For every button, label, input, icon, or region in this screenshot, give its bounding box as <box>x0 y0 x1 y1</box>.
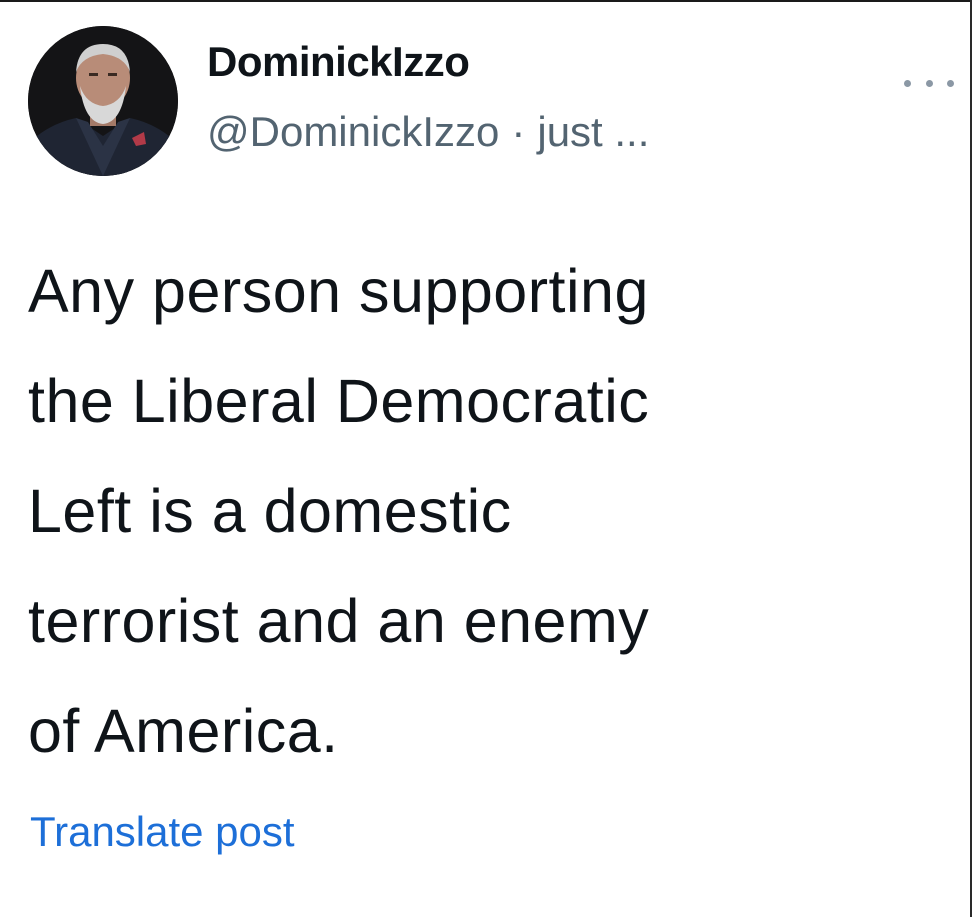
post-meta: @DominickIzzo · just ... <box>207 108 649 156</box>
post-timestamp[interactable]: just ... <box>537 108 649 155</box>
author-display-name[interactable]: DominickIzzo <box>207 38 470 86</box>
post-text: Any person supporting the Liberal Democr… <box>28 257 650 765</box>
post-card: DominickIzzo @DominickIzzo · just ... Any … <box>0 0 972 917</box>
author-handle[interactable]: @DominickIzzo <box>207 108 499 155</box>
avatar-image <box>28 26 178 176</box>
ellipsis-icon[interactable] <box>904 68 954 98</box>
ellipsis-dot <box>904 79 911 87</box>
translate-post-link[interactable]: Translate post <box>30 808 295 856</box>
ellipsis-dot <box>925 79 933 87</box>
ellipsis-dot <box>947 79 954 87</box>
meta-separator: · <box>511 108 526 155</box>
avatar[interactable] <box>28 26 178 176</box>
